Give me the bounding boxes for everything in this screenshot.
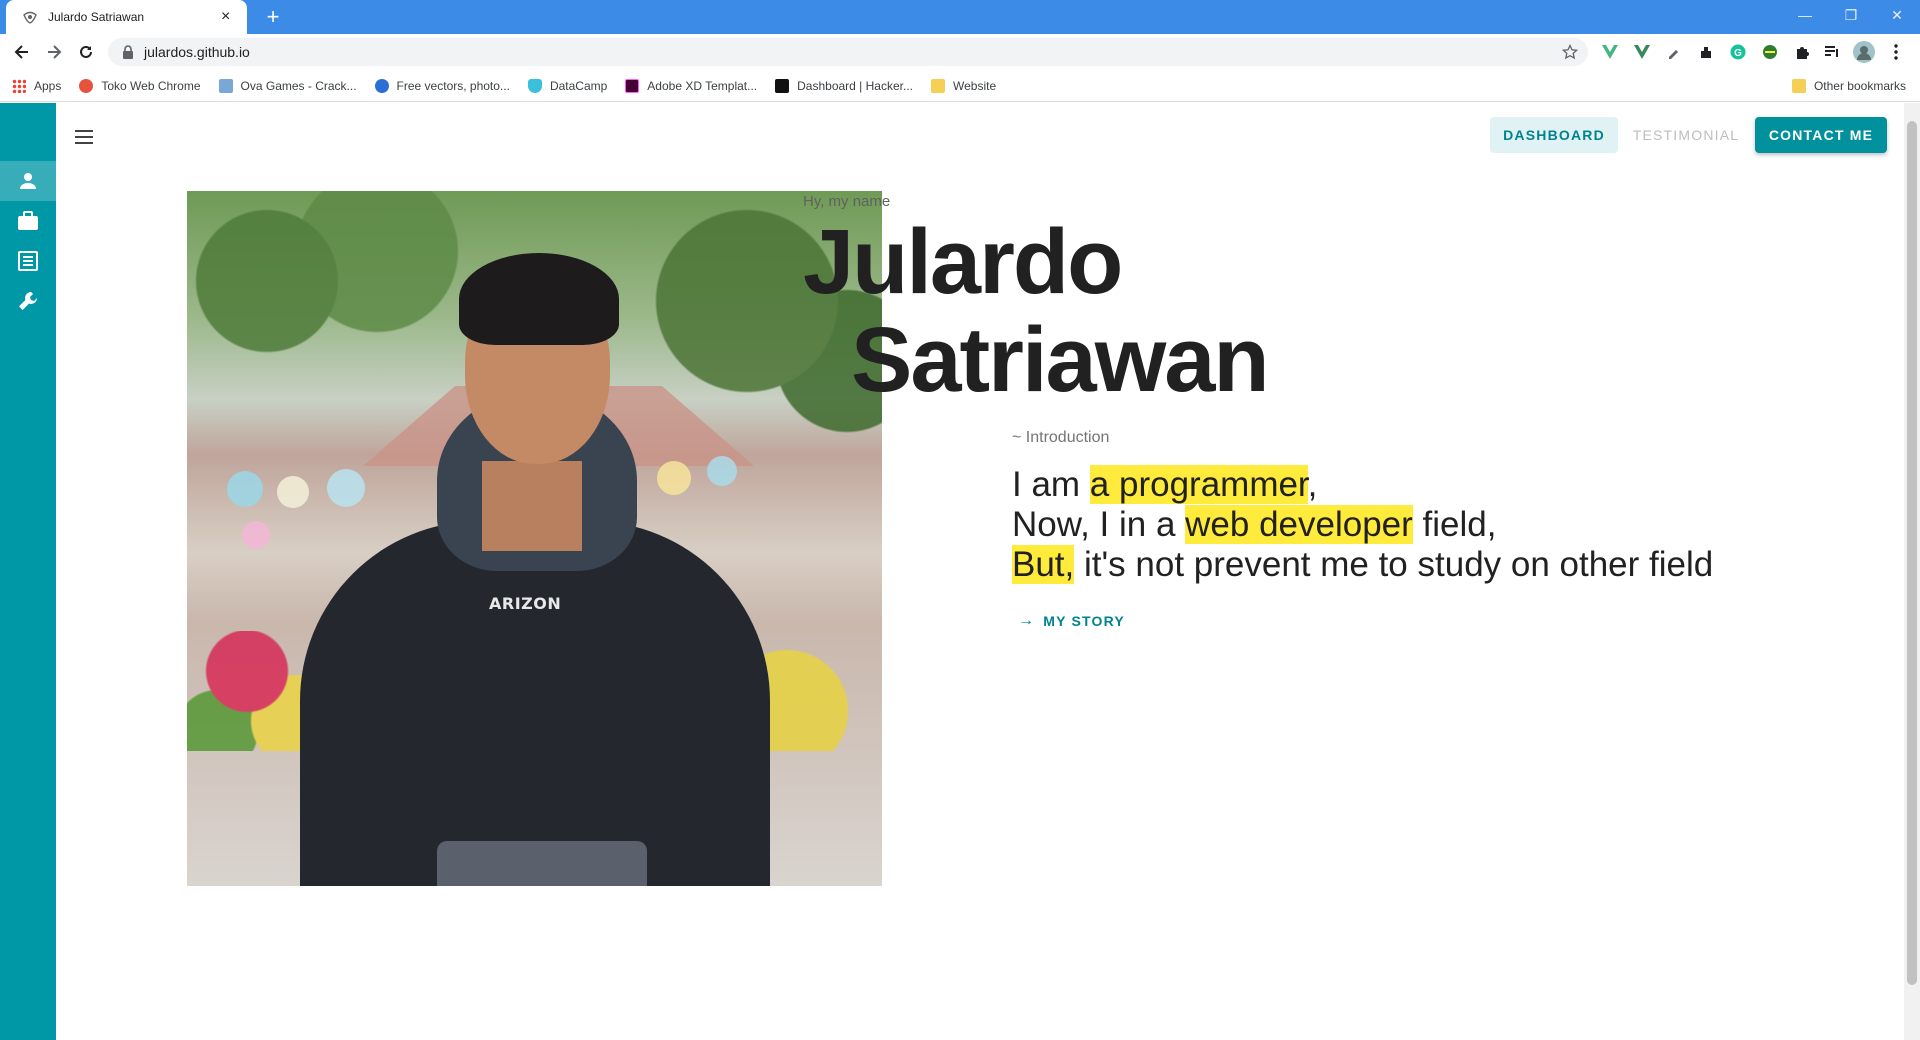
forward-icon[interactable] <box>40 38 68 66</box>
shirt-print-text: ARIZON <box>489 594 562 613</box>
scrollbar-thumb[interactable] <box>1907 121 1917 985</box>
list-icon <box>18 251 38 271</box>
bookmark-ova-games[interactable]: Ova Games - Crack... <box>218 78 357 93</box>
wrench-icon <box>17 290 39 312</box>
tab-title: Julardo Satriawan <box>48 10 145 24</box>
intro-line-3: But, it's not prevent me to study on oth… <box>1012 545 1714 584</box>
site-favicon-icon <box>22 9 38 25</box>
vue-devtools-icon[interactable] <box>1598 40 1622 64</box>
highlight-web-developer: web developer <box>1185 505 1413 544</box>
apps-grid-icon <box>12 78 26 93</box>
folder-icon <box>1791 79 1806 93</box>
restore-icon[interactable]: ❐ <box>1828 0 1874 30</box>
my-story-button[interactable]: → MY STORY <box>1018 608 1125 634</box>
url-text: julardos.github.io <box>144 44 250 60</box>
eyedropper-icon[interactable] <box>1662 40 1686 64</box>
greeting-text: Hy, my name <box>803 193 891 210</box>
browser-tab[interactable]: Julardo Satriawan × <box>6 0 247 34</box>
menu-kebab-icon[interactable] <box>1884 40 1908 64</box>
minimize-icon[interactable]: — <box>1782 0 1828 30</box>
puzzle-extensions-icon[interactable] <box>1790 40 1814 64</box>
page-title: Julardo Satriawan <box>803 211 1270 411</box>
window-close-icon[interactable]: ✕ <box>1874 0 1920 30</box>
briefcase-icon <box>17 211 39 231</box>
person-icon <box>18 171 38 191</box>
freepik-icon <box>374 78 389 93</box>
ova-games-icon <box>218 78 233 93</box>
intro-paragraph: I am a programmer, Now, I in a web devel… <box>1012 465 1713 585</box>
first-name: Julardo <box>803 211 1123 313</box>
browser-tab-bar: Julardo Satriawan × + — ❐ ✕ <box>0 0 1920 34</box>
datacamp-icon <box>527 78 542 93</box>
new-tab-button[interactable]: + <box>260 5 286 31</box>
svg-text:G: G <box>1734 48 1742 59</box>
sidebar <box>0 103 56 1040</box>
bookmarks-bar: Apps Toko Web Chrome Ova Games - Crack..… <box>0 70 1920 102</box>
bookmark-star-icon[interactable] <box>1562 44 1578 60</box>
window-controls: — ❐ ✕ <box>1782 0 1920 30</box>
hamburger-menu-icon[interactable] <box>68 121 100 153</box>
intro-label: ~ Introduction <box>1012 429 1110 446</box>
other-bookmarks[interactable]: Other bookmarks <box>1791 79 1906 93</box>
folder-icon <box>930 78 945 93</box>
bookmark-website-folder[interactable]: Website <box>930 78 996 93</box>
arrow-right-icon: → <box>1018 612 1036 629</box>
bookmark-apps[interactable]: Apps <box>12 78 61 93</box>
chrome-store-icon <box>79 78 94 93</box>
sidebar-item-portfolio[interactable] <box>0 201 56 241</box>
reload-icon[interactable] <box>72 38 100 66</box>
extension-box-icon[interactable] <box>1694 40 1718 64</box>
address-bar[interactable]: julardos.github.io <box>108 38 1588 66</box>
contact-me-button[interactable]: CONTACT ME <box>1755 117 1887 153</box>
nav-dashboard-button[interactable]: DASHBOARD <box>1490 117 1618 153</box>
bookmark-free-vectors[interactable]: Free vectors, photo... <box>374 78 510 93</box>
highlight-but: But, <box>1012 545 1075 584</box>
page-content: DASHBOARD TESTIMONIAL CONTACT ME ARIZON … <box>0 103 1920 1040</box>
bookmark-datacamp[interactable]: DataCamp <box>527 78 607 93</box>
bookmark-adobe-xd[interactable]: Adobe XD Templat... <box>625 78 757 93</box>
hackerrank-icon <box>775 78 790 93</box>
intro-line-1: I am a programmer, <box>1012 465 1318 504</box>
sidebar-item-profile[interactable] <box>0 161 56 201</box>
bookmark-toko-web-chrome[interactable]: Toko Web Chrome <box>79 78 201 93</box>
adobe-xd-icon <box>625 78 640 93</box>
page-scrollbar[interactable] <box>1904 103 1920 1040</box>
vue-devtools-alt-icon[interactable] <box>1630 40 1654 64</box>
back-icon[interactable] <box>8 38 36 66</box>
globe-extension-icon[interactable] <box>1758 40 1782 64</box>
sidebar-item-skills[interactable] <box>0 281 56 321</box>
grammarly-icon[interactable]: G <box>1726 40 1750 64</box>
profile-photo: ARIZON <box>187 191 882 886</box>
intro-line-2: Now, I in a web developer field, <box>1012 505 1497 544</box>
reading-list-icon[interactable] <box>1820 40 1844 64</box>
last-name: Satriawan <box>851 309 1270 411</box>
highlight-programmer: a programmer <box>1089 465 1308 504</box>
sidebar-item-articles[interactable] <box>0 241 56 281</box>
bookmark-hackerrank[interactable]: Dashboard | Hacker... <box>775 78 913 93</box>
nav-testimonial-button[interactable]: TESTIMONIAL <box>1630 117 1742 153</box>
tab-close-icon[interactable]: × <box>221 9 237 25</box>
lock-icon <box>122 45 134 59</box>
profile-avatar-icon[interactable] <box>1852 40 1876 64</box>
browser-toolbar: julardos.github.io G <box>0 34 1920 70</box>
